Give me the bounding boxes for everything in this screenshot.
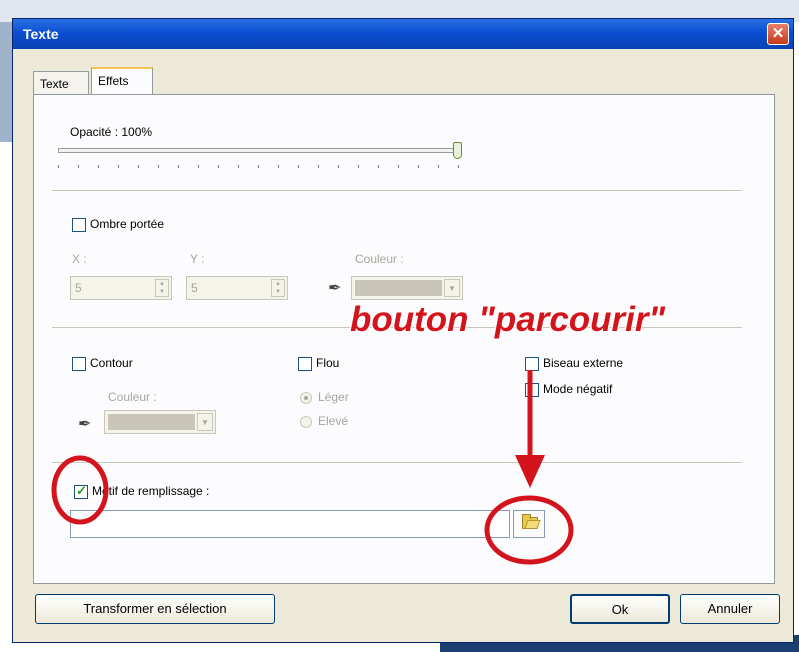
slider-tick bbox=[98, 165, 99, 168]
opacity-slider-ticks bbox=[58, 165, 460, 169]
blur-light-label: Léger bbox=[318, 390, 349, 404]
slider-tick bbox=[58, 165, 59, 168]
tab-texte[interactable]: Texte bbox=[33, 71, 89, 95]
drop-shadow-checkbox[interactable] bbox=[72, 218, 86, 232]
fill-pattern-checkbox[interactable] bbox=[74, 483, 88, 499]
bevel-checkbox[interactable] bbox=[525, 357, 539, 371]
y-spinner-arrows-icon[interactable]: ▲ ▼ bbox=[271, 279, 285, 297]
outline-color-label: Couleur : bbox=[108, 390, 157, 404]
window-title: Texte bbox=[23, 26, 59, 42]
slider-tick bbox=[238, 165, 239, 168]
y-spinner[interactable]: 5 ▲ ▼ bbox=[186, 276, 288, 300]
browse-button[interactable] bbox=[513, 510, 545, 538]
separator bbox=[52, 462, 742, 464]
opacity-slider-track[interactable] bbox=[58, 148, 458, 153]
slider-tick bbox=[458, 165, 459, 168]
shadow-color-combo[interactable]: ▼ bbox=[351, 276, 463, 300]
ok-button[interactable]: Ok bbox=[570, 594, 670, 624]
slider-tick bbox=[138, 165, 139, 168]
slider-tick bbox=[158, 165, 159, 168]
slider-tick bbox=[218, 165, 219, 168]
tab-effets[interactable]: Effets bbox=[91, 67, 153, 95]
outline-label: Contour bbox=[90, 356, 133, 370]
background-panel bbox=[0, 22, 12, 142]
slider-tick bbox=[78, 165, 79, 168]
fill-pattern-label: Motif de remplissage : bbox=[92, 484, 210, 498]
x-value: 5 bbox=[75, 281, 82, 295]
outline-color-swatch bbox=[108, 414, 195, 430]
x-spinner[interactable]: 5 ▲ ▼ bbox=[70, 276, 172, 300]
slider-tick bbox=[438, 165, 439, 168]
cancel-button[interactable]: Annuler bbox=[680, 594, 780, 624]
slider-tick bbox=[378, 165, 379, 168]
slider-tick bbox=[298, 165, 299, 168]
blur-label: Flou bbox=[316, 356, 340, 370]
close-button[interactable]: ✕ bbox=[767, 23, 789, 45]
blur-checkbox[interactable] bbox=[298, 357, 312, 371]
negative-mode-checkbox[interactable] bbox=[525, 383, 539, 397]
eyedropper-icon[interactable]: ✒ bbox=[328, 278, 341, 298]
drop-shadow-label: Ombre portée bbox=[90, 217, 165, 231]
y-label: Y : bbox=[190, 252, 205, 266]
outline-checkbox[interactable] bbox=[72, 357, 86, 371]
y-value: 5 bbox=[191, 281, 198, 295]
folder-open-icon bbox=[522, 514, 538, 529]
outline-color-combo[interactable]: ▼ bbox=[104, 410, 216, 434]
slider-tick bbox=[118, 165, 119, 168]
slider-tick bbox=[418, 165, 419, 168]
opacity-label: Opacité : 100% bbox=[70, 125, 153, 139]
blur-high-label: Elevé bbox=[318, 414, 349, 428]
x-spinner-arrows-icon[interactable]: ▲ ▼ bbox=[155, 279, 169, 297]
negative-mode-label: Mode négatif bbox=[543, 382, 613, 396]
slider-tick bbox=[258, 165, 259, 168]
slider-tick bbox=[198, 165, 199, 168]
shadow-color-swatch bbox=[355, 280, 442, 296]
chevron-down-icon[interactable]: ▼ bbox=[197, 413, 213, 431]
fill-pattern-path-input[interactable] bbox=[70, 510, 510, 538]
slider-tick bbox=[338, 165, 339, 168]
title-bar: Texte ✕ bbox=[13, 19, 793, 49]
slider-tick bbox=[398, 165, 399, 168]
slider-tick bbox=[318, 165, 319, 168]
blur-high-radio[interactable] bbox=[300, 416, 312, 428]
slider-tick bbox=[278, 165, 279, 168]
separator bbox=[52, 190, 742, 192]
opacity-slider-thumb[interactable] bbox=[453, 142, 462, 159]
close-icon: ✕ bbox=[771, 25, 785, 42]
x-label: X : bbox=[72, 252, 87, 266]
transform-selection-button[interactable]: Transformer en sélection bbox=[35, 594, 275, 624]
bevel-label: Biseau externe bbox=[543, 356, 624, 370]
eyedropper-icon[interactable]: ✒ bbox=[78, 414, 91, 434]
slider-tick bbox=[178, 165, 179, 168]
blur-light-radio[interactable] bbox=[300, 392, 312, 404]
slider-tick bbox=[358, 165, 359, 168]
chevron-down-icon[interactable]: ▼ bbox=[444, 279, 460, 297]
annotation-label: bouton "parcourir" bbox=[350, 300, 666, 339]
shadow-color-label: Couleur : bbox=[355, 252, 404, 266]
